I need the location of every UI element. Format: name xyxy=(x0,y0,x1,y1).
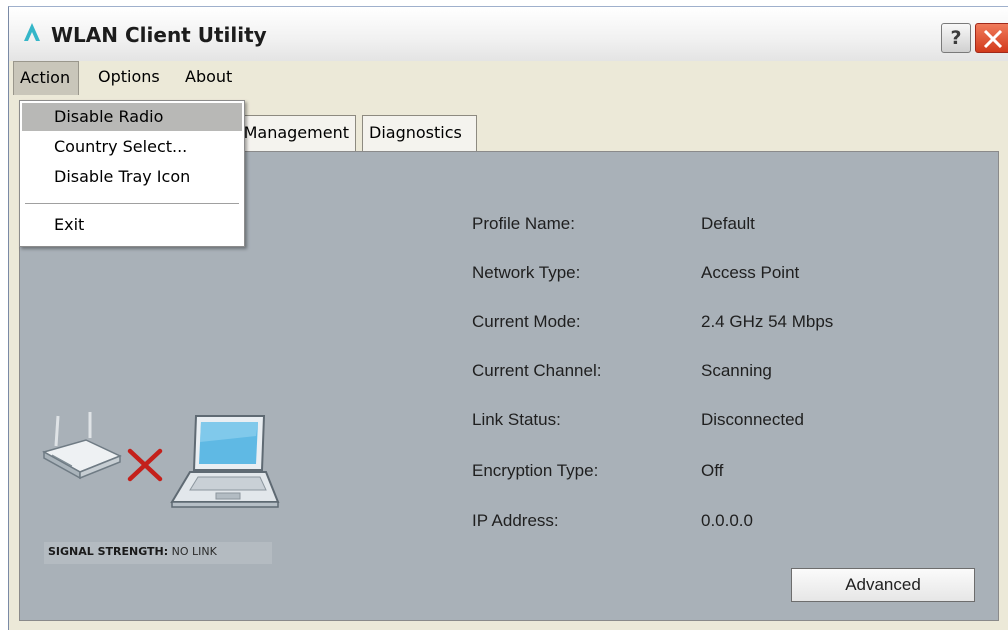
menu-separator xyxy=(25,203,239,205)
encryption-type-label: Encryption Type: xyxy=(472,461,599,480)
signal-strength: SIGNAL STRENGTH: NO LINK xyxy=(48,545,217,558)
signal-strength-value: NO LINK xyxy=(171,545,217,558)
signal-strength-label: SIGNAL STRENGTH: xyxy=(48,545,169,558)
network-type-label: Network Type: xyxy=(472,263,581,282)
close-button[interactable] xyxy=(975,23,1008,53)
menu-bar: Action Options About xyxy=(9,61,1008,95)
ip-address-value: 0.0.0.0 xyxy=(701,511,753,530)
ip-address-label: IP Address: xyxy=(472,511,559,530)
profile-name-label: Profile Name: xyxy=(472,214,575,233)
router-icon xyxy=(42,412,122,480)
encryption-type-value: Off xyxy=(701,461,724,480)
window-title: WLAN Client Utility xyxy=(51,23,267,47)
link-status-value: Disconnected xyxy=(701,410,805,429)
menu-options[interactable]: Options xyxy=(98,61,160,93)
tab-diagnostics[interactable]: Diagnostics xyxy=(362,115,477,151)
menu-action[interactable]: Action xyxy=(13,61,79,95)
current-channel-label: Current Channel: xyxy=(472,361,602,380)
menu-item-country-select[interactable]: Country Select... xyxy=(22,133,242,161)
profile-name-value: Default xyxy=(701,214,755,233)
title-bar[interactable]: WLAN Client Utility ? xyxy=(9,7,1008,61)
action-menu-dropdown: Disable Radio Country Select... Disable … xyxy=(19,100,245,247)
close-icon xyxy=(983,30,1003,48)
help-button[interactable]: ? xyxy=(941,23,971,53)
link-status-label: Link Status: xyxy=(472,410,561,429)
menu-item-exit[interactable]: Exit xyxy=(22,211,242,239)
advanced-button[interactable]: Advanced xyxy=(791,568,975,602)
current-mode-value: 2.4 GHz 54 Mbps xyxy=(701,312,834,331)
x-mark-icon xyxy=(127,448,163,482)
app-window: WLAN Client Utility ? Action Options Abo… xyxy=(8,6,1008,630)
menu-about[interactable]: About xyxy=(185,61,232,93)
network-type-value: Access Point xyxy=(701,263,800,282)
menu-item-disable-radio[interactable]: Disable Radio xyxy=(22,103,242,131)
app-logo-icon xyxy=(24,23,40,41)
menu-item-disable-tray-icon[interactable]: Disable Tray Icon xyxy=(22,163,242,191)
current-channel-value: Scanning xyxy=(701,361,772,380)
laptop-icon xyxy=(170,415,280,508)
current-mode-label: Current Mode: xyxy=(472,312,581,331)
